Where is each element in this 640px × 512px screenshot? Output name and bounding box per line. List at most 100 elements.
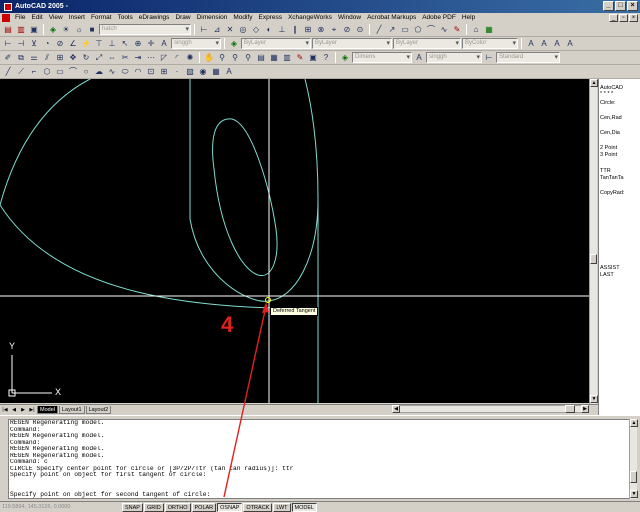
pan-icon[interactable]: ✋	[203, 52, 215, 64]
layer-state-icon[interactable]: ☀	[60, 24, 72, 36]
dim-continue-icon[interactable]: ⊥	[106, 38, 118, 50]
draw-circle-icon[interactable]: ○	[80, 66, 92, 78]
screen-menu-cen-rad[interactable]: Cen,Rad	[600, 115, 622, 122]
drawing-area[interactable]: Deferred Tangent Y X	[0, 79, 589, 403]
menu-modify[interactable]: Modify	[230, 13, 255, 23]
menu-express[interactable]: Express	[255, 13, 284, 23]
snap-perpendicular-icon[interactable]: ⊥	[276, 24, 288, 36]
dim-radius-icon[interactable]: ◔	[41, 38, 53, 50]
tool-palette-icon[interactable]: ▥	[281, 52, 293, 64]
snap-settings-icon[interactable]: ⊙	[354, 24, 366, 36]
layer-control-icon[interactable]: ◈	[339, 52, 351, 64]
make-block-icon[interactable]: ⊞	[158, 66, 170, 78]
menu-window[interactable]: Window	[335, 13, 364, 23]
snap-center-icon[interactable]: ◎	[237, 24, 249, 36]
menu-draw[interactable]: Draw	[172, 13, 193, 23]
drawing-horizontal-scrollbar[interactable]: ◀ ▶	[392, 405, 589, 413]
draw-rectangle-icon[interactable]: ▭	[54, 66, 66, 78]
layer-color-icon[interactable]: ■	[86, 24, 98, 36]
ellipse-icon[interactable]: ⬭	[119, 66, 131, 78]
menu-view[interactable]: View	[46, 13, 66, 23]
snap-toggle[interactable]: SNAP	[122, 502, 143, 512]
zoom-icon[interactable]: ⚲	[216, 52, 228, 64]
prev-tab-icon[interactable]: ◀	[10, 406, 18, 414]
dim-angular-icon[interactable]: ∠	[67, 38, 79, 50]
insert-block-icon[interactable]: ⊡	[145, 66, 157, 78]
text-edit-icon[interactable]: A	[551, 38, 563, 50]
scroll-left-arrow-icon[interactable]: ◀	[392, 405, 400, 413]
dim-baseline-icon[interactable]: ⊤	[93, 38, 105, 50]
dim-edit-icon[interactable]: A	[158, 38, 170, 50]
screen-menu-circle[interactable]: Circle:	[600, 100, 616, 107]
command-prompt-input[interactable]: Specify point on object for second tange…	[10, 491, 210, 499]
extend-icon[interactable]: ⇥	[132, 52, 144, 64]
screen-menu-2-point[interactable]: 2 Point	[600, 145, 617, 152]
menu-format[interactable]: Format	[88, 13, 115, 23]
doc-restore-button[interactable]: ▫	[619, 14, 628, 22]
new-file-icon[interactable]: ▤	[2, 24, 14, 36]
tab-layout2[interactable]: Layout2	[85, 405, 112, 414]
snap-intersection-icon[interactable]: ✕	[224, 24, 236, 36]
screen-menu-stars[interactable]: * * * *	[600, 91, 613, 98]
center-mark-icon[interactable]: ✛	[145, 38, 157, 50]
layer-combo[interactable]: ByLayer	[241, 38, 311, 49]
tab-model[interactable]: Model	[37, 405, 58, 414]
dim-ordinate-icon[interactable]: ⊻	[28, 38, 40, 50]
vertical-scroll-thumb[interactable]	[590, 254, 597, 264]
text-style-combo[interactable]: singgh	[426, 52, 482, 63]
screen-menu-assist[interactable]: ASSIST	[600, 265, 620, 272]
dim-text-style-combo[interactable]: singgh	[171, 38, 221, 49]
snap-midpoint-icon[interactable]: ⊿	[211, 24, 223, 36]
screen-menu-cen-dia[interactable]: Cen,Dia	[600, 130, 620, 137]
screen-menu-copyrad[interactable]: CopyRad:	[600, 190, 624, 197]
scale-icon[interactable]: ⤢	[93, 52, 105, 64]
trim-icon[interactable]: ✂	[119, 52, 131, 64]
calculator-icon[interactable]: ▣	[307, 52, 319, 64]
erase-icon[interactable]: ✐	[2, 52, 14, 64]
explode-icon[interactable]: ✺	[184, 52, 196, 64]
draw-line-icon[interactable]: ╱	[2, 66, 14, 78]
layer-props-icon[interactable]: ◈	[228, 38, 240, 50]
text-scale-icon[interactable]: A	[564, 38, 576, 50]
scroll-right-arrow-icon[interactable]: ▶	[581, 405, 589, 413]
layer-manager-icon[interactable]: ◈	[47, 24, 59, 36]
multiline-text-icon[interactable]: A	[223, 66, 235, 78]
help-icon[interactable]: ?	[320, 52, 332, 64]
snap-quadrant-icon[interactable]: ◇	[250, 24, 262, 36]
command-window[interactable]: REGEN Regenerating model. Command: REGEN…	[8, 419, 630, 499]
tab-layout1[interactable]: Layout1	[58, 405, 85, 414]
break-icon[interactable]: ⋯	[145, 52, 157, 64]
menu-help[interactable]: Help	[459, 13, 478, 23]
design-center-icon[interactable]: ▦	[268, 52, 280, 64]
construction-line-icon[interactable]: ⟋	[15, 66, 27, 78]
snap-parallel-icon[interactable]: ∥	[289, 24, 301, 36]
close-button[interactable]: ×	[627, 1, 638, 11]
snap-tangent-icon[interactable]: ◐	[263, 24, 275, 36]
snap-node-icon[interactable]: ⊗	[315, 24, 327, 36]
tolerance-icon[interactable]: ⊕	[132, 38, 144, 50]
screen-menu-tantantan[interactable]: TanTanTa	[600, 175, 624, 182]
dim-style-icon[interactable]: ⊢	[483, 52, 495, 64]
line-icon[interactable]: ╱	[373, 24, 385, 36]
command-scrollbar[interactable]: ▲ ▼	[629, 419, 638, 499]
spline-icon[interactable]: ∿	[438, 24, 450, 36]
snap-insert-icon[interactable]: ⊞	[302, 24, 314, 36]
revision-cloud-icon[interactable]: ☁	[93, 66, 105, 78]
layer-name-combo[interactable]: Dimens	[352, 52, 412, 63]
scroll-down-arrow-icon[interactable]: ▼	[590, 395, 598, 403]
copy-icon[interactable]: ⧉	[15, 52, 27, 64]
rectangle-icon[interactable]: ▭	[399, 24, 411, 36]
mtext-icon[interactable]: A	[538, 38, 550, 50]
open-file-icon[interactable]: ▥	[15, 24, 27, 36]
document-icon[interactable]	[2, 14, 10, 22]
leader-icon[interactable]: ↖	[119, 38, 131, 50]
menu-edit[interactable]: Edit	[28, 13, 45, 23]
array-icon[interactable]: ⊞	[54, 52, 66, 64]
dim-linear-icon[interactable]: ⊢	[2, 38, 14, 50]
rotate-icon[interactable]: ↻	[80, 52, 92, 64]
lwt-toggle[interactable]: LWT	[273, 502, 291, 512]
scroll-up-arrow-icon[interactable]: ▲	[590, 79, 598, 87]
screen-menu-3-point[interactable]: 3 Point	[600, 152, 617, 159]
fillet-icon[interactable]: ◜	[171, 52, 183, 64]
doc-minimize-button[interactable]: _	[609, 14, 618, 22]
